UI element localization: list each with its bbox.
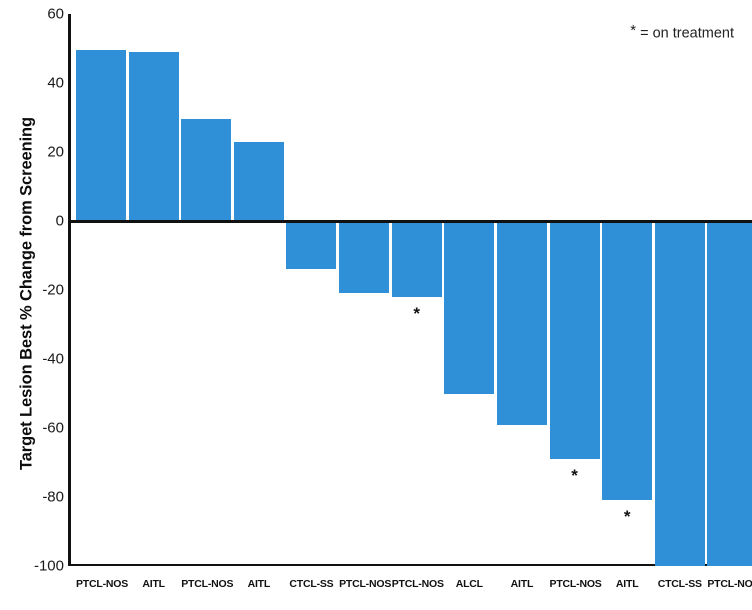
x-axis-tick-10: PTCL-NOS — [549, 578, 602, 590]
legend: * = on treatment — [630, 22, 734, 42]
bar-9 — [496, 221, 547, 425]
x-axis-tick-9: AITL — [510, 578, 534, 590]
y-axis-tick-neg20: -20 — [42, 281, 64, 299]
x-axis-tick-5: CTCL-SS — [289, 578, 334, 590]
bar-13 — [707, 221, 752, 566]
bar-10 — [549, 221, 600, 460]
x-axis-tick-12: CTCL-SS — [657, 578, 702, 590]
x-axis-tick-labels: PTCL-NOS AITL PTCL-NOS AITL CTCL-SS PTCL-NOS P… — [68, 578, 752, 602]
bar-3 — [181, 119, 232, 221]
x-axis-tick-2: AITL — [142, 578, 165, 590]
bar-1 — [76, 50, 126, 221]
x-axis-tick-4: AITL — [247, 578, 271, 590]
x-axis-tick-13: PTCL-NOS — [707, 578, 752, 590]
legend-asterisk-icon: * — [630, 22, 637, 39]
y-axis-tick-40: 40 — [47, 74, 64, 92]
bars-layer: * * * — [68, 14, 752, 566]
bar-2 — [128, 51, 179, 221]
bar-7 — [391, 221, 442, 297]
x-axis-tick-8: ALCL — [455, 578, 483, 590]
legend-label: = on treatment — [640, 25, 734, 42]
bar-8 — [444, 221, 495, 394]
bar-4 — [233, 141, 284, 221]
x-axis-tick-1: PTCL-NOS — [76, 578, 129, 590]
bar-6 — [339, 221, 390, 294]
x-axis-tick-6: PTCL-NOS — [339, 578, 392, 590]
on-treatment-marker-7: * — [413, 303, 420, 323]
bar-12 — [654, 221, 705, 566]
plot-area: * * * — [68, 14, 752, 566]
x-axis-tick-11: AITL — [615, 578, 639, 590]
zero-baseline — [68, 219, 752, 223]
y-axis-tick-neg40: -40 — [42, 350, 64, 368]
y-axis-tick-labels: 60 40 20 0 -20 -40 -60 -80 -100 — [0, 0, 64, 610]
y-axis-tick-neg100: -100 — [33, 557, 64, 575]
waterfall-chart: Target Lesion Best % Change from Screeni… — [0, 0, 752, 610]
y-axis-tick-neg60: -60 — [42, 419, 64, 437]
y-axis-tick-neg80: -80 — [42, 488, 64, 506]
bar-11 — [602, 221, 653, 501]
bar-5 — [286, 221, 337, 270]
x-axis-tick-7: PTCL-NOS — [391, 578, 444, 590]
y-axis-tick-0: 0 — [55, 212, 64, 230]
on-treatment-marker-11: * — [623, 507, 631, 527]
x-axis-tick-3: PTCL-NOS — [181, 578, 234, 590]
y-axis-tick-20: 20 — [47, 143, 64, 161]
on-treatment-marker-10: * — [571, 466, 578, 486]
y-axis-tick-60: 60 — [47, 5, 64, 23]
